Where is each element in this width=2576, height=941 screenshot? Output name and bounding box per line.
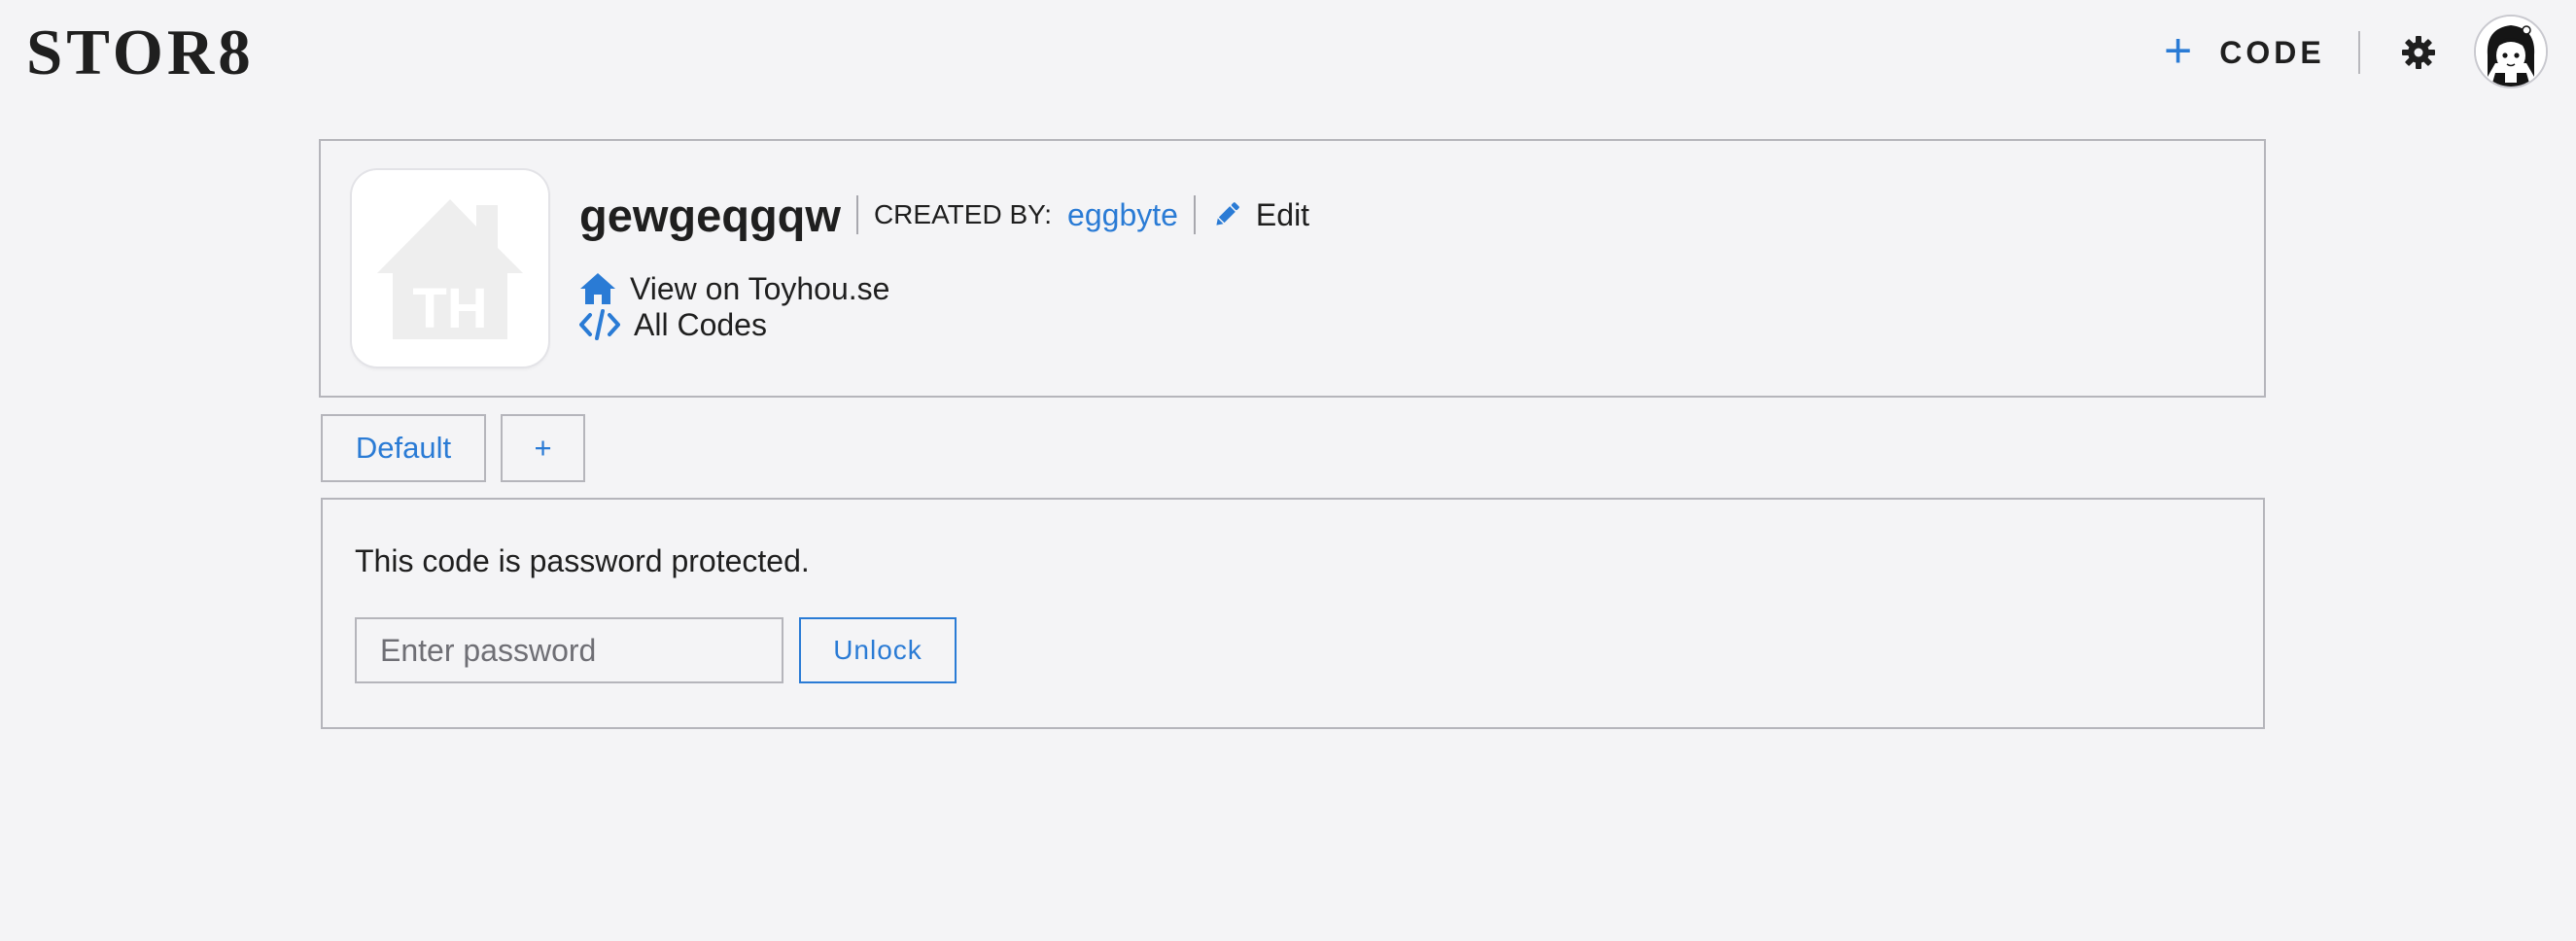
edit-label: Edit: [1255, 196, 1310, 232]
code-title-row: gewgeqgqw CREATED BY: eggbyte Edit: [579, 184, 1309, 246]
password-input[interactable]: [355, 617, 783, 683]
creator-link[interactable]: eggbyte: [1067, 197, 1178, 233]
code-thumbnail: TH: [352, 170, 548, 366]
edit-button[interactable]: Edit: [1211, 197, 1309, 233]
new-code-label: CODE: [2219, 34, 2325, 70]
code-title: gewgeqgqw: [579, 189, 841, 241]
all-codes-link[interactable]: All Codes: [579, 306, 767, 343]
password-panel: This code is password protected. Unlock: [321, 498, 2265, 729]
password-protected-message: This code is password protected.: [355, 543, 810, 578]
thumbnail-text: TH: [412, 277, 487, 340]
created-by-label: CREATED BY:: [873, 199, 1053, 229]
new-code-button[interactable]: + CODE: [2164, 25, 2325, 80]
creator-divider: [1193, 195, 1196, 234]
avatar-illustration: [2476, 17, 2546, 87]
add-tab-button[interactable]: +: [501, 414, 585, 482]
view-on-toyhouse-label: View on Toyhou.se: [630, 270, 890, 306]
all-codes-label: All Codes: [634, 306, 767, 342]
home-icon: [580, 273, 615, 304]
title-divider: [855, 195, 858, 234]
top-navbar: STOR8 + CODE: [0, 0, 2576, 105]
plus-icon: +: [2164, 23, 2193, 78]
gear-icon[interactable]: [2399, 33, 2438, 72]
code-icon: [579, 309, 620, 340]
toyhouse-house-icon: TH: [377, 199, 523, 340]
view-on-toyhouse-link[interactable]: View on Toyhou.se: [579, 270, 889, 307]
tab-default[interactable]: Default: [321, 414, 486, 482]
user-avatar[interactable]: [2474, 15, 2548, 88]
pencil-icon: [1216, 202, 1239, 226]
code-header-card: TH gewgeqgqw CREATED BY: eggbyte Edit Vi…: [319, 139, 2266, 398]
nav-divider: [2358, 31, 2360, 74]
site-logo[interactable]: STOR8: [26, 14, 255, 91]
unlock-button[interactable]: Unlock: [799, 617, 957, 683]
